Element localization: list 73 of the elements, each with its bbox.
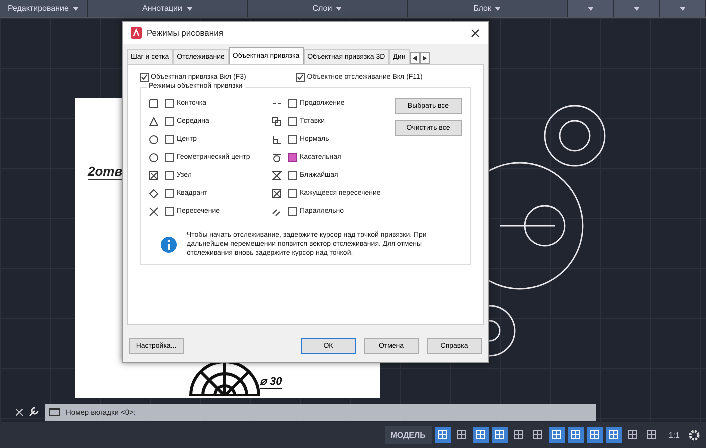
snap-marker-icon [149,98,159,108]
snap-marker-icon [272,188,282,198]
ribbon-panel-button[interactable]: Аннотации [88,0,248,17]
ribbon-panel-button[interactable]: Слои [248,0,408,17]
snap-marker-icon [149,206,159,216]
caret-icon [186,6,192,10]
status-toggle-button[interactable] [568,427,584,443]
grid-icon [590,430,600,440]
caret-icon [588,6,594,10]
ribbon-panel-button[interactable]: Блок [408,0,568,17]
checkbox[interactable] [165,99,174,108]
caret-icon [680,6,686,10]
grid-icon [438,430,448,440]
checkbox[interactable] [296,73,306,82]
checkbox[interactable] [288,99,297,108]
checkbox[interactable] [288,135,297,144]
checkbox[interactable] [140,73,149,82]
grid-icon [628,430,638,440]
left-arrow-icon [412,56,417,60]
grid-icon [494,430,505,440]
status-toggle-button[interactable] [606,427,622,443]
info-icon [161,236,177,253]
checkbox[interactable] [288,171,297,180]
checkbox[interactable] [165,135,174,144]
caret-icon [336,6,342,10]
app-icon [131,27,142,39]
grid-icon [514,430,524,440]
caret-icon [495,6,502,10]
snap-marker-icon [149,170,159,180]
terminal-icon [49,408,60,416]
checkbox[interactable] [288,117,297,126]
dialog-title: Режимы рисования [147,28,224,38]
status-toggle-button[interactable] [492,427,508,443]
snap-marker-icon [149,188,159,198]
checkbox[interactable] [288,207,297,216]
grid-icon [552,430,562,440]
checkbox[interactable] [165,171,174,180]
grid-icon [532,430,543,440]
grid-icon [646,430,657,440]
status-toggle-button[interactable] [472,427,489,443]
checkbox[interactable] [288,153,297,162]
ribbon-panel-button[interactable]: Редактирование [0,0,88,17]
caret-icon [72,6,79,10]
model-tab[interactable]: МОДЕЛЬ [384,426,432,444]
checkbox[interactable] [165,189,174,198]
snap-marker-icon [272,152,282,162]
snap-marker-icon [149,116,159,126]
wrench-icon[interactable] [29,407,39,417]
checkbox[interactable] [165,153,174,162]
scale-button[interactable]: 1:1 [662,430,686,440]
grid-icon [476,430,486,440]
gear-icon[interactable] [689,430,700,440]
checkbox[interactable] [165,117,174,126]
snap-marker-icon [149,152,159,162]
grid-icon [608,430,619,440]
scroll-left-button[interactable] [410,52,420,64]
grid-icon [456,430,467,440]
grid-icon [570,430,581,440]
right-arrow-icon [422,56,427,60]
scroll-right-button[interactable] [420,52,430,64]
snap-marker-icon [272,134,282,144]
status-toggle-button[interactable] [548,427,565,443]
checkbox[interactable] [165,207,174,216]
close-icon[interactable] [471,28,480,38]
dimension-label: ⌀ 30 [260,375,282,389]
snap-marker-icon [272,170,282,180]
caret-icon [634,6,640,10]
snap-marker-icon [149,134,159,144]
snap-marker-icon [272,116,282,126]
status-toggle-button[interactable] [586,427,603,443]
status-toggle-button[interactable] [434,427,451,443]
snap-marker-icon [272,206,282,216]
checkbox[interactable] [288,189,297,198]
